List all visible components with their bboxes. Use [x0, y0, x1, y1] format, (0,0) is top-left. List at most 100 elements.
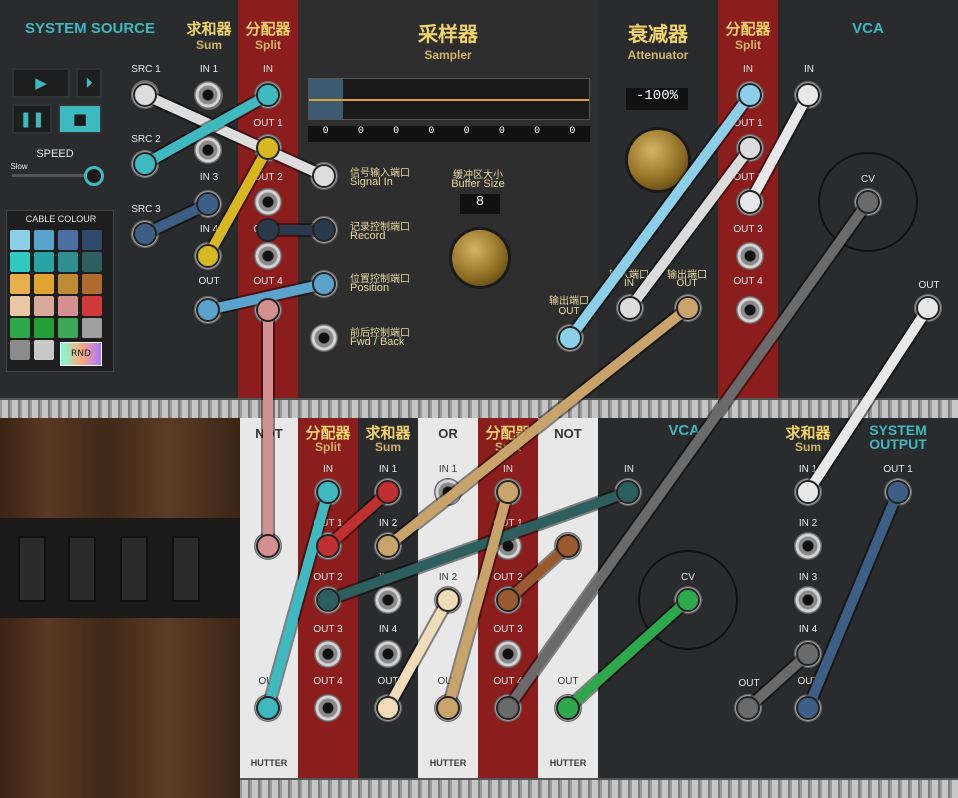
colour-swatch[interactable]: [34, 340, 54, 360]
patch-jack[interactable]: [314, 478, 342, 506]
colour-swatch[interactable]: [34, 274, 54, 294]
buffer-value: 0: [357, 126, 364, 137]
colour-swatch[interactable]: [58, 296, 78, 316]
patch-jack[interactable]: [736, 134, 764, 162]
port-label: IN 4: [798, 624, 818, 635]
patch-jack[interactable]: [616, 294, 644, 322]
stop-button[interactable]: ■: [58, 104, 102, 134]
patch-jack[interactable]: [794, 640, 822, 668]
colour-swatch[interactable]: [10, 340, 30, 360]
patch-jack[interactable]: [736, 242, 764, 270]
patch-jack[interactable]: [794, 694, 822, 722]
colour-swatch[interactable]: [58, 230, 78, 250]
attenuator-module: 衰减器 Attenuator -100% 输入端口 IN 输出端口 OUT: [598, 0, 718, 398]
colour-swatch[interactable]: [82, 274, 102, 294]
patch-jack[interactable]: [194, 81, 222, 109]
patch-jack[interactable]: [736, 188, 764, 216]
colour-swatch[interactable]: [10, 318, 30, 338]
patch-jack[interactable]: [310, 324, 338, 352]
patch-jack[interactable]: [734, 694, 762, 722]
patch-jack[interactable]: [374, 532, 402, 560]
patch-jack[interactable]: [794, 586, 822, 614]
patch-jack[interactable]: [374, 694, 402, 722]
colour-swatch[interactable]: [34, 252, 54, 272]
buffer-size-knob[interactable]: [452, 230, 508, 286]
patch-jack[interactable]: [314, 640, 342, 668]
patch-jack[interactable]: [254, 694, 282, 722]
rnd-button[interactable]: RND: [60, 342, 102, 366]
patch-jack[interactable]: [554, 532, 582, 560]
port-label: IN 3: [199, 172, 219, 183]
patch-jack[interactable]: [614, 478, 642, 506]
colour-swatch[interactable]: [82, 252, 102, 272]
patch-jack[interactable]: [131, 150, 159, 178]
colour-swatch[interactable]: [82, 318, 102, 338]
patch-jack[interactable]: [736, 296, 764, 324]
waveform-line: [309, 99, 589, 101]
patch-jack[interactable]: [374, 478, 402, 506]
patch-jack[interactable]: [314, 586, 342, 614]
patch-jack[interactable]: [374, 586, 402, 614]
colour-swatch[interactable]: [10, 296, 30, 316]
play-button[interactable]: ▶: [12, 68, 70, 98]
patch-jack[interactable]: [494, 694, 522, 722]
patch-jack[interactable]: [131, 81, 159, 109]
patch-jack[interactable]: [494, 478, 522, 506]
patch-jack[interactable]: [254, 81, 282, 109]
buffer-value: 0: [428, 126, 435, 137]
patch-jack[interactable]: [854, 188, 882, 216]
module-title-cn: 分配器: [725, 21, 771, 38]
port-label: OUT 4: [493, 676, 523, 687]
patch-jack[interactable]: [194, 242, 222, 270]
input-label-en: IN: [624, 278, 634, 289]
patch-jack[interactable]: [254, 134, 282, 162]
pause-button[interactable]: ❚❚: [12, 104, 52, 134]
colour-swatch[interactable]: [10, 230, 30, 250]
buffer-value: 0: [498, 126, 505, 137]
patch-jack[interactable]: [194, 190, 222, 218]
patch-jack[interactable]: [434, 478, 462, 506]
colour-swatch[interactable]: [10, 274, 30, 294]
patch-jack[interactable]: [254, 296, 282, 324]
colour-swatch[interactable]: [34, 318, 54, 338]
attenuation-knob[interactable]: [628, 130, 688, 190]
patch-jack[interactable]: [254, 188, 282, 216]
patch-jack[interactable]: [674, 294, 702, 322]
patch-jack[interactable]: [131, 220, 159, 248]
patch-jack[interactable]: [314, 532, 342, 560]
step-button[interactable]: ⏵: [76, 68, 102, 98]
patch-jack[interactable]: [494, 586, 522, 614]
colour-swatch[interactable]: [10, 252, 30, 272]
colour-swatch[interactable]: [34, 230, 54, 250]
patch-jack[interactable]: [674, 586, 702, 614]
patch-jack[interactable]: [736, 81, 764, 109]
patch-jack[interactable]: [310, 162, 338, 190]
patch-jack[interactable]: [794, 81, 822, 109]
patch-jack[interactable]: [794, 532, 822, 560]
patch-jack[interactable]: [884, 478, 912, 506]
colour-swatch[interactable]: [58, 318, 78, 338]
patch-jack[interactable]: [310, 216, 338, 244]
module-title-cn: 衰减器: [628, 24, 688, 46]
patch-jack[interactable]: [310, 270, 338, 298]
colour-swatch[interactable]: [58, 274, 78, 294]
patch-jack[interactable]: [914, 294, 942, 322]
patch-jack[interactable]: [794, 478, 822, 506]
patch-jack[interactable]: [374, 640, 402, 668]
colour-swatch[interactable]: [82, 230, 102, 250]
patch-jack[interactable]: [314, 694, 342, 722]
patch-jack[interactable]: [434, 694, 462, 722]
speed-slider-handle[interactable]: [84, 166, 104, 186]
patch-jack[interactable]: [556, 324, 584, 352]
patch-jack[interactable]: [434, 586, 462, 614]
patch-jack[interactable]: [194, 296, 222, 324]
patch-jack[interactable]: [494, 532, 522, 560]
patch-jack[interactable]: [194, 136, 222, 164]
patch-jack[interactable]: [494, 640, 522, 668]
patch-jack[interactable]: [254, 532, 282, 560]
colour-swatch[interactable]: [58, 252, 78, 272]
colour-swatch[interactable]: [34, 296, 54, 316]
colour-swatch[interactable]: [82, 296, 102, 316]
patch-jack[interactable]: [254, 242, 282, 270]
patch-jack[interactable]: [554, 694, 582, 722]
